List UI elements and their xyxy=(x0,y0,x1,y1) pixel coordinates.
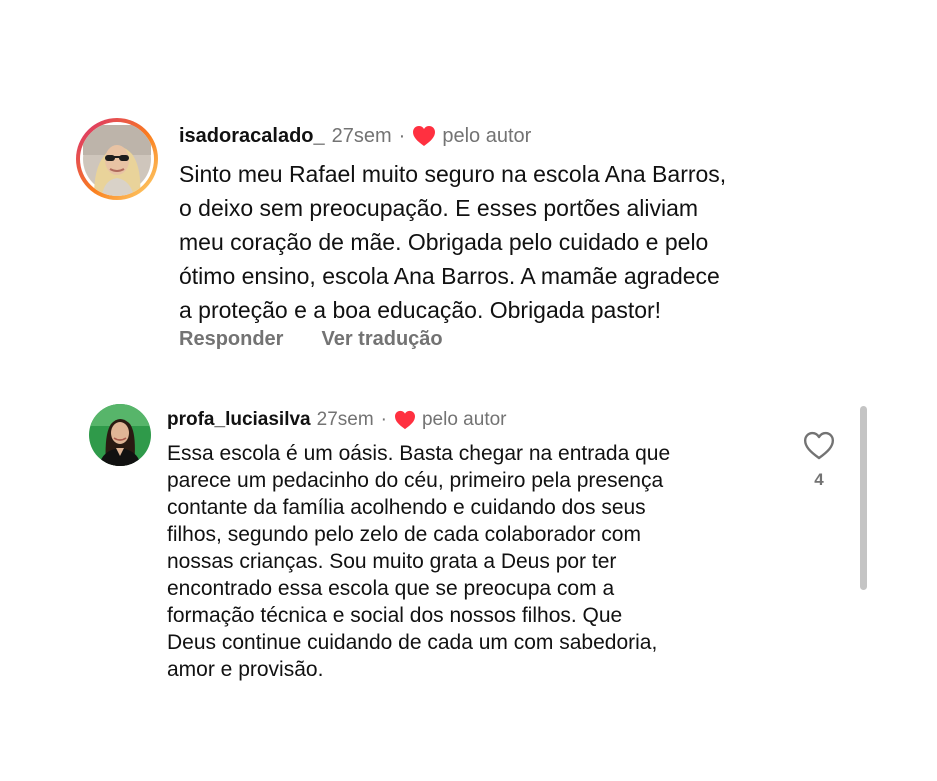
comment-line: Essa escola é um oásis. Basta chegar na … xyxy=(167,442,671,465)
comment-line: Deus continue cuidando de cada um com sa… xyxy=(167,631,658,654)
comment-text: Essa escola é um oásis. Basta chegar na … xyxy=(167,440,670,683)
profile-photo-icon xyxy=(89,404,151,466)
comment-line: encontrado essa escola que se preocupa c… xyxy=(167,577,615,600)
comment-line: parece um pedacinho do céu, primeiro pel… xyxy=(167,469,664,492)
timestamp: 27sem xyxy=(316,409,374,430)
heart-outline-icon[interactable] xyxy=(803,431,835,460)
comment-line: contante da família acolhendo e cuidando… xyxy=(167,496,646,519)
like-control: 4 xyxy=(800,431,838,490)
comment-line: filhos, segundo pelo zelo de cada colabo… xyxy=(167,523,641,546)
liked-by-author-label: pelo autor xyxy=(421,409,507,430)
comment-line: formação técnica e social dos nossos fil… xyxy=(167,604,623,627)
like-count: 4 xyxy=(814,470,824,489)
comment-line: nossas crianças. Sou muito grata a Deus … xyxy=(167,550,617,573)
heart-filled-icon xyxy=(394,410,415,430)
avatar[interactable] xyxy=(89,404,151,466)
scrollbar[interactable] xyxy=(860,406,867,590)
comment-header: profa_luciasilva 27sem · pelo autor xyxy=(167,409,507,431)
comment-item: profa_luciasilva 27sem · pelo autor Essa… xyxy=(0,0,937,781)
separator-dot: · xyxy=(380,409,387,430)
username[interactable]: profa_luciasilva xyxy=(167,409,311,431)
comment-line: amor e provisão. xyxy=(167,658,324,681)
